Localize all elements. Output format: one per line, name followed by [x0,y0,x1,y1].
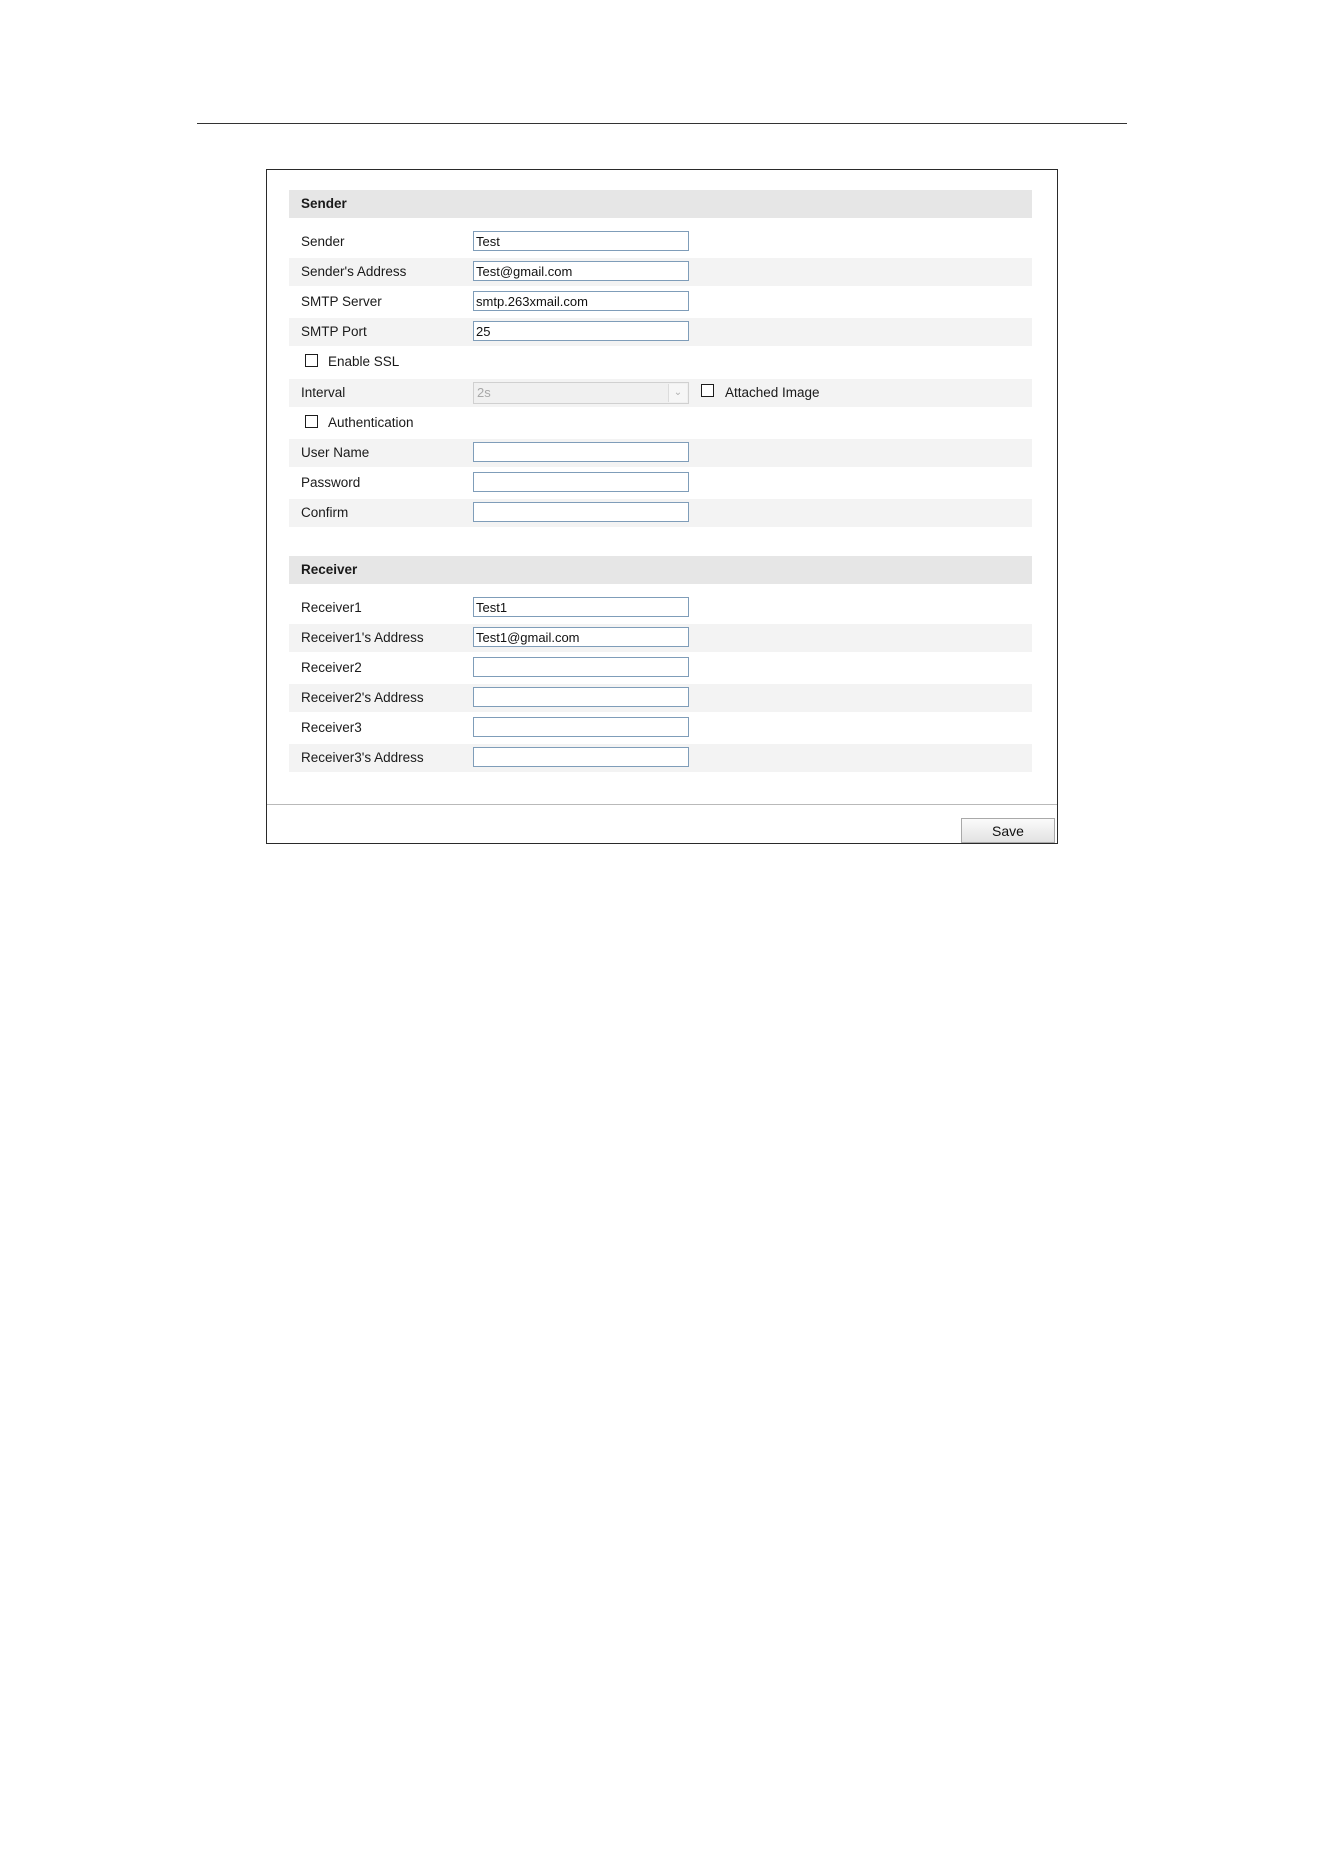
sender-address-input[interactable] [473,261,689,281]
receiver1-address-label: Receiver1's Address [301,630,424,645]
smtp-server-input[interactable] [473,291,689,311]
password-input[interactable] [473,472,689,492]
smtp-port-label: SMTP Port [301,324,367,339]
interval-select[interactable]: 2s ⌄ [473,382,689,404]
receiver2-row: Receiver2 [289,654,1032,682]
receiver3-address-input[interactable] [473,747,689,767]
receiver1-address-input[interactable] [473,627,689,647]
enable-ssl-row: Enable SSL [289,348,1032,376]
interval-value: 2s [477,385,491,400]
authentication-checkbox[interactable] [305,415,318,428]
smtp-port-input[interactable] [473,321,689,341]
sender-row: Sender [289,228,1032,256]
interval-row: Interval 2s ⌄ Attached Image [289,379,1032,407]
smtp-server-row: SMTP Server [289,288,1032,316]
receiver1-address-row: Receiver1's Address [289,624,1032,652]
page-header-rule [197,123,1127,124]
receiver3-address-row: Receiver3's Address [289,744,1032,772]
interval-label: Interval [301,385,346,400]
sender-label: Sender [301,234,345,249]
attached-image-checkbox[interactable] [701,384,714,397]
enable-ssl-checkbox[interactable] [305,354,318,367]
confirm-row: Confirm [289,499,1032,527]
password-label: Password [301,475,361,490]
receiver1-input[interactable] [473,597,689,617]
chevron-down-icon: ⌄ [668,384,687,402]
authentication-label: Authentication [328,415,414,430]
receiver-section-title: Receiver [301,562,358,577]
smtp-server-label: SMTP Server [301,294,382,309]
receiver3-row: Receiver3 [289,714,1032,742]
enable-ssl-label: Enable SSL [328,354,400,369]
sender-input[interactable] [473,231,689,251]
user-name-label: User Name [301,445,370,460]
receiver1-label: Receiver1 [301,600,362,615]
user-name-input[interactable] [473,442,689,462]
receiver3-address-label: Receiver3's Address [301,750,424,765]
receiver1-row: Receiver1 [289,594,1032,622]
authentication-row: Authentication [289,409,1032,437]
save-button[interactable]: Save [961,818,1055,843]
receiver-section-header: Receiver [289,556,1032,584]
user-name-row: User Name [289,439,1032,467]
password-row: Password [289,469,1032,497]
smtp-port-row: SMTP Port [289,318,1032,346]
confirm-input[interactable] [473,502,689,522]
sender-section-header: Sender [289,190,1032,218]
confirm-label: Confirm [301,505,349,520]
sender-address-row: Sender's Address [289,258,1032,286]
receiver2-address-label: Receiver2's Address [301,690,424,705]
receiver2-label: Receiver2 [301,660,362,675]
receiver3-label: Receiver3 [301,720,362,735]
receiver2-address-row: Receiver2's Address [289,684,1032,712]
sender-section-title: Sender [301,196,347,211]
sender-address-label: Sender's Address [301,264,407,279]
receiver2-input[interactable] [473,657,689,677]
receiver3-input[interactable] [473,717,689,737]
email-settings-panel: Sender Sender Sender's Address SMTP Serv… [266,169,1058,844]
footer-divider [267,804,1057,805]
receiver2-address-input[interactable] [473,687,689,707]
attached-image-label: Attached Image [725,385,820,400]
